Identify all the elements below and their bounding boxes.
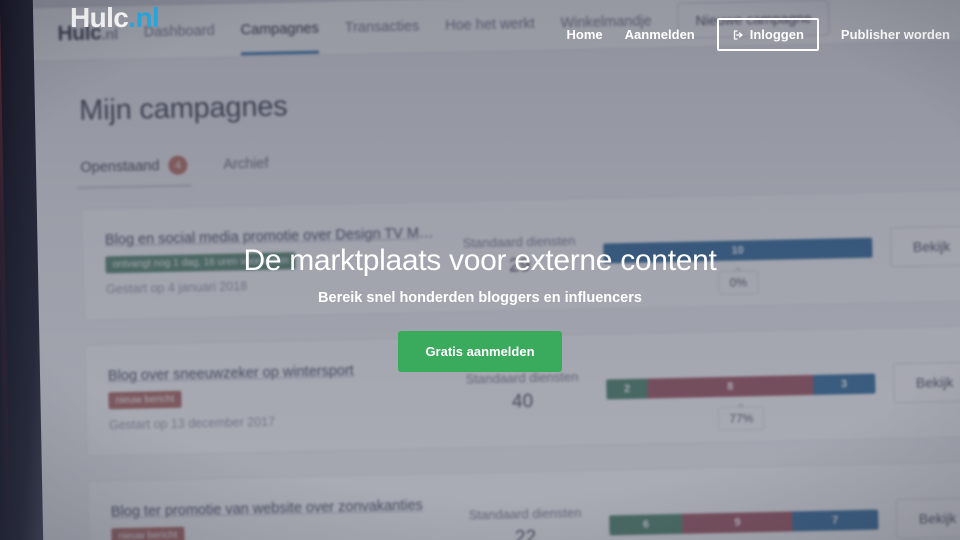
hero-logo-name: Hulc xyxy=(70,2,129,33)
hero-logo[interactable]: Hulc.nl xyxy=(70,2,160,33)
hero-subtitle: Bereik snel honderden bloggers en influe… xyxy=(318,290,642,306)
login-label: Inloggen xyxy=(749,27,804,42)
hero-nav-home[interactable]: Home xyxy=(567,27,603,42)
screenshot-stage: Veilig https://app.hulc.nl/marketeer/cam… xyxy=(0,0,960,540)
login-button[interactable]: Inloggen xyxy=(716,18,819,51)
hero-nav: Home Aanmelden Inloggen Publisher worden xyxy=(567,18,950,51)
hero-content: De marktplaats voor externe content Bere… xyxy=(0,244,960,372)
signup-button[interactable]: Gratis aanmelden xyxy=(398,331,562,372)
hero-nav-register[interactable]: Aanmelden xyxy=(625,27,695,42)
hero-logo-tld: .nl xyxy=(128,2,160,33)
publisher-link[interactable]: Publisher worden xyxy=(841,27,950,42)
hero-title: De marktplaats voor externe content xyxy=(243,244,717,277)
login-arrow-icon xyxy=(732,29,744,41)
